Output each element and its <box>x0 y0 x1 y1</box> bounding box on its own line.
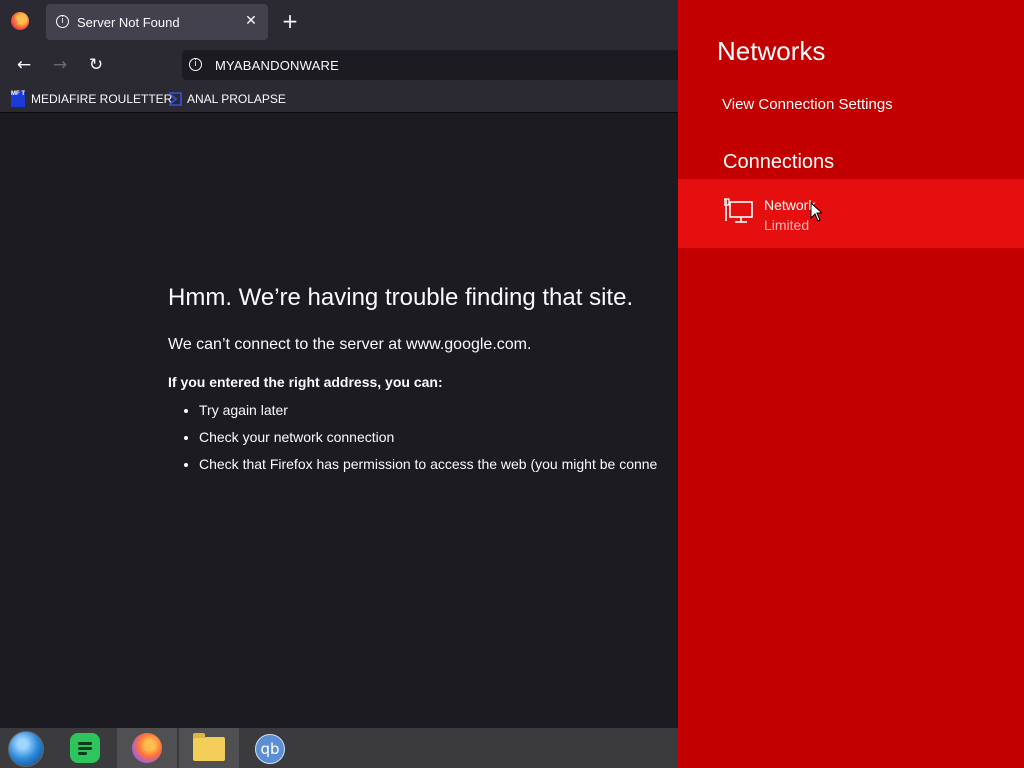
error-page: Hmm. We’re having trouble finding that s… <box>168 284 678 483</box>
address-bar[interactable]: i MYABANDONWARE <box>182 50 678 80</box>
new-tab-button[interactable]: + <box>280 10 300 32</box>
bookmark-label: MEDIAFIRE ROULETTER <box>31 92 173 106</box>
close-tab-icon[interactable]: ✕ <box>242 12 260 30</box>
notes-app-icon <box>70 733 100 763</box>
suggestion-list: Try again later Check your network conne… <box>168 402 678 472</box>
flyout-title: Networks <box>717 36 826 66</box>
start-button[interactable] <box>8 731 44 767</box>
info-icon: i <box>56 15 69 28</box>
bookmark-label: ANAL PROLAPSE <box>187 92 286 106</box>
connections-heading: Connections <box>723 151 835 173</box>
forward-button[interactable]: → <box>48 53 72 77</box>
tab-server-not-found[interactable]: i Server Not Found ✕ <box>46 4 268 40</box>
folder-icon <box>193 733 225 761</box>
qbittorrent-icon: qb <box>255 734 285 764</box>
network-connection-item[interactable]: Network Limited <box>678 179 1024 248</box>
back-button[interactable]: ← <box>12 53 36 77</box>
bookmark-mediafire-rouletter[interactable]: MF T MEDIAFIRE ROULETTER <box>11 90 172 108</box>
firefox-icon <box>132 733 162 763</box>
browser-window: i Server Not Found ✕ + ← → ↻ i MYABANDON… <box>0 0 678 728</box>
ethernet-icon <box>724 198 753 223</box>
taskbar-app-notes[interactable] <box>58 728 118 768</box>
navigation-toolbar: ← → ↻ i MYABANDONWARE <box>0 44 678 86</box>
taskbar-app-file-explorer[interactable] <box>179 728 239 768</box>
connection-name: Network <box>764 197 816 213</box>
list-item: Try again later <box>199 402 678 418</box>
firefox-logo-icon[interactable] <box>11 12 29 30</box>
view-connection-settings-link[interactable]: View Connection Settings <box>722 96 893 113</box>
taskbar-app-qbittorrent[interactable]: qb <box>240 728 300 768</box>
tab-strip: i Server Not Found ✕ + <box>0 0 678 44</box>
tab-title: Server Not Found <box>77 15 180 30</box>
bookmark-anal-prolapse[interactable]: ANAL PROLAPSE <box>168 90 286 108</box>
error-description: We can’t connect to the server at www.go… <box>168 336 532 353</box>
bookmarks-toolbar: MF T MEDIAFIRE ROULETTER ANAL PROLAPSE <box>0 86 678 113</box>
list-item: Check your network connection <box>199 429 678 445</box>
list-item: Check that Firefox has permission to acc… <box>199 456 678 472</box>
mouse-cursor-icon <box>810 202 822 222</box>
networks-flyout: Networks View Connection Settings Connec… <box>678 0 1024 768</box>
site-info-icon[interactable]: i <box>189 58 202 71</box>
error-title: Hmm. We’re having trouble finding that s… <box>168 284 634 311</box>
mediafire-icon: MF T <box>11 91 25 107</box>
reload-button[interactable]: ↻ <box>84 53 108 77</box>
taskbar-app-firefox[interactable] <box>117 728 177 768</box>
url-text[interactable]: MYABANDONWARE <box>215 58 339 73</box>
taskbar: qb <box>0 728 678 768</box>
error-hint: If you entered the right address, you ca… <box>168 374 443 390</box>
sigma-icon <box>169 92 182 106</box>
connection-status: Limited <box>764 217 810 233</box>
